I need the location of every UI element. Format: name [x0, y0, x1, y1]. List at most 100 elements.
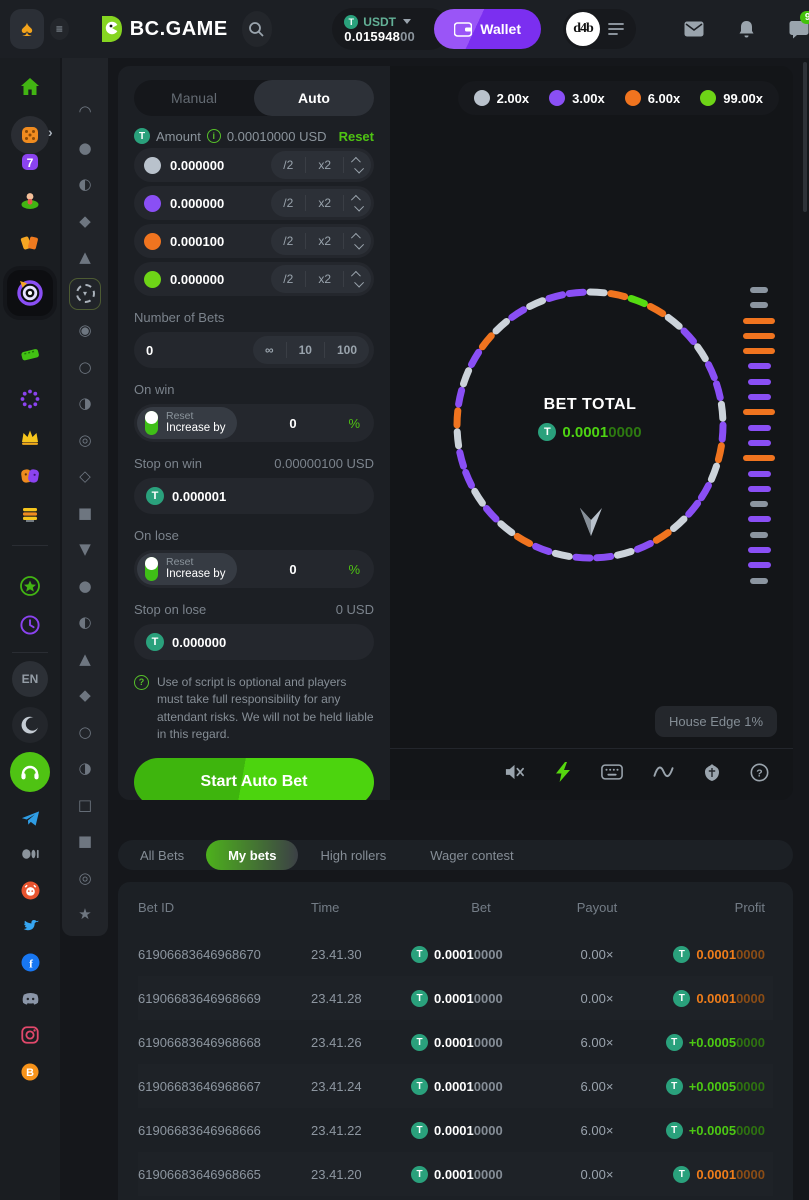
- tab-all-bets[interactable]: All Bets: [118, 840, 206, 870]
- sidebar-item-language[interactable]: EN: [0, 661, 60, 697]
- profile-menu[interactable]: d4b: [563, 9, 636, 49]
- social-link-discord[interactable]: [0, 988, 60, 1014]
- game-rail-item-video-poker[interactable]: ◇: [62, 467, 108, 485]
- game-rail-item-crash[interactable]: ◠: [62, 102, 108, 120]
- double-button[interactable]: x2: [305, 233, 343, 249]
- num-bets-preset-1[interactable]: 10: [286, 342, 324, 358]
- bet-value[interactable]: 0.000000: [170, 158, 224, 173]
- toggle-switch[interactable]: [145, 557, 158, 581]
- on-lose-mode-toggle[interactable]: Reset Increase by: [137, 553, 237, 585]
- sidebar-item-bc-originals[interactable]: [0, 388, 60, 415]
- game-rail-item-classic-dice[interactable]: ●: [62, 139, 108, 157]
- stop-on-win-input[interactable]: T 0.000001: [134, 478, 374, 514]
- search-button[interactable]: [242, 11, 273, 47]
- sidebar-item-wheel-game[interactable]: [0, 270, 60, 316]
- live-stats-button[interactable]: [653, 764, 674, 785]
- sidebar-item-lottery[interactable]: [0, 343, 60, 370]
- half-button[interactable]: /2: [271, 195, 305, 211]
- info-icon[interactable]: i: [207, 129, 221, 143]
- social-link-medium[interactable]: [0, 844, 60, 869]
- bet-value[interactable]: 0.000100: [170, 234, 224, 249]
- tab-my-bets[interactable]: My bets: [206, 840, 298, 870]
- game-rail-item-wheel[interactable]: ▾: [62, 278, 108, 310]
- table-row[interactable]: 61906683646968665 23.41.20 T0.00010000 0…: [138, 1152, 773, 1196]
- game-rail-item-third-eye[interactable]: ●: [62, 577, 108, 595]
- amount-reset-link[interactable]: Reset: [339, 129, 374, 144]
- scrollbar[interactable]: [803, 62, 807, 212]
- notifications-button[interactable]: [738, 20, 755, 39]
- half-button[interactable]: /2: [271, 157, 305, 173]
- sidebar-item-live-casino[interactable]: [0, 189, 60, 216]
- tab-manual[interactable]: Manual: [134, 80, 254, 116]
- sound-muted-button[interactable]: [504, 763, 525, 786]
- game-rail-item-miner[interactable]: ◑: [62, 759, 108, 777]
- turbo-button[interactable]: [555, 762, 571, 787]
- game-rail-item-hilo[interactable]: ◐: [62, 613, 108, 631]
- social-link-instagram[interactable]: [0, 1025, 60, 1050]
- game-rail-item-sword[interactable]: ▼: [62, 540, 108, 558]
- bet-value[interactable]: 0.000000: [170, 196, 224, 211]
- social-link-bitcointalk[interactable]: B: [0, 1062, 60, 1087]
- game-rail-item-keno[interactable]: ◎: [62, 431, 108, 449]
- balance-selector[interactable]: T USDT 0.01594800: [332, 8, 450, 50]
- sidebar-item-vip-club[interactable]: [0, 426, 60, 453]
- social-link-facebook[interactable]: f: [0, 952, 60, 978]
- stepper[interactable]: [343, 271, 371, 287]
- fairness-button[interactable]: [704, 763, 720, 787]
- spade-logo-icon[interactable]: ♠: [10, 9, 44, 49]
- table-row[interactable]: 61906683646968668 23.41.26 T0.00010000 6…: [138, 1020, 773, 1064]
- inbox-button[interactable]: [684, 21, 704, 37]
- game-rail-item-mines[interactable]: ◆: [62, 212, 108, 230]
- sidebar-item-bank[interactable]: [0, 503, 60, 530]
- wallet-button[interactable]: Wallet: [434, 9, 541, 49]
- hamburger-menu-icon[interactable]: ≡: [50, 18, 69, 40]
- sidebar-item-promotions[interactable]: [0, 232, 60, 259]
- half-button[interactable]: /2: [271, 233, 305, 249]
- social-link-telegram[interactable]: [0, 808, 60, 834]
- stepper[interactable]: [343, 157, 371, 173]
- table-row[interactable]: 61906683646968670 23.41.30 T0.00010000 0…: [138, 932, 773, 976]
- table-row[interactable]: 61906683646968667 23.41.24 T0.00010000 6…: [138, 1064, 773, 1108]
- language-button[interactable]: EN: [12, 661, 48, 697]
- start-auto-bet-button[interactable]: Start Auto Bet: [134, 758, 374, 800]
- double-button[interactable]: x2: [305, 271, 343, 287]
- game-rail-item-tanks[interactable]: □: [62, 796, 108, 814]
- game-rail-item-crab[interactable]: ◑: [62, 394, 108, 412]
- sidebar-item-rewards[interactable]: [0, 575, 60, 602]
- game-rail-item-rocket[interactable]: ▲: [62, 650, 108, 668]
- double-button[interactable]: x2: [305, 195, 343, 211]
- game-rail-item-coinflip[interactable]: ○: [62, 358, 108, 376]
- tab-high-rollers[interactable]: High rollers: [298, 840, 408, 870]
- social-link-twitter[interactable]: [0, 916, 60, 942]
- sidebar-item-recent[interactable]: [0, 614, 60, 641]
- sidebar-item-home[interactable]: [0, 76, 60, 103]
- stepper[interactable]: [343, 195, 371, 211]
- game-rail-item-ring-of-fortune[interactable]: ★: [62, 905, 108, 923]
- num-bets-preset-0[interactable]: ∞: [253, 342, 286, 358]
- game-rail-item-blackjack[interactable]: ○: [62, 723, 108, 741]
- on-win-value[interactable]: 0: [237, 416, 348, 431]
- sidebar-item-slots[interactable]: 7: [0, 151, 60, 178]
- stepper[interactable]: [343, 233, 371, 249]
- double-button[interactable]: x2: [305, 157, 343, 173]
- game-rail-item-craps[interactable]: ◆: [62, 686, 108, 704]
- sidebar-item-theme[interactable]: [0, 707, 60, 743]
- table-row[interactable]: 61906683646968666 23.41.22 T0.00010000 6…: [138, 1108, 773, 1152]
- bet-value[interactable]: 0.000000: [170, 272, 224, 287]
- hotkeys-button[interactable]: [601, 764, 623, 785]
- brand-logo[interactable]: BC.GAME: [97, 15, 228, 43]
- expand-chevron-icon[interactable]: ›: [48, 124, 53, 140]
- game-rail-item-plinko[interactable]: ■: [62, 832, 108, 850]
- on-win-mode-toggle[interactable]: Reset Increase by: [137, 407, 237, 439]
- num-bets-preset-2[interactable]: 100: [324, 342, 369, 358]
- toggle-switch[interactable]: [145, 411, 158, 435]
- tab-auto[interactable]: Auto: [254, 80, 374, 116]
- tab-wager-contest[interactable]: Wager contest: [408, 840, 535, 870]
- table-row[interactable]: 61906683646968669 23.41.28 T0.00010000 0…: [138, 976, 773, 1020]
- sidebar-item-support[interactable]: [0, 752, 60, 792]
- on-lose-value[interactable]: 0: [237, 562, 348, 577]
- sidebar-item-friends[interactable]: [0, 465, 60, 492]
- game-rail-item-baccarat[interactable]: ◎: [62, 869, 108, 887]
- half-button[interactable]: /2: [271, 271, 305, 287]
- game-rail-item-egg-party[interactable]: ◉: [62, 321, 108, 339]
